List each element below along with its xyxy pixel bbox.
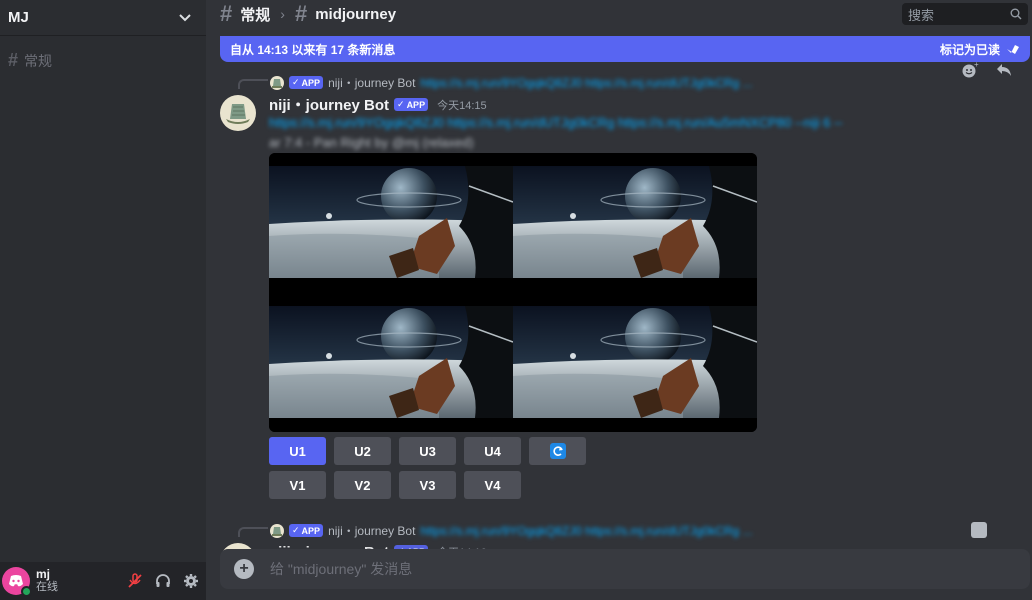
prompt-links[interactable]: https://s.mj.run/9YOgqkQ8ZJ0 https://s.m… <box>269 113 989 133</box>
app-badge: ✓ APP <box>289 76 324 89</box>
mark-read-icon <box>1007 45 1019 54</box>
composer-placeholder: 给 "midjourney" 发消息 <box>270 561 413 577</box>
app-badge: ✓ APP <box>289 524 324 537</box>
reply-links: https://s.mj.run/9YOgqkQ8ZJ0 https://s.m… <box>420 523 753 538</box>
message-timestamp: 今天14:15 <box>437 99 487 112</box>
mark-as-read-button[interactable]: 标记为已读 <box>940 41 1020 58</box>
user-status: 在线 <box>36 581 58 593</box>
reply-author: niji・journey Bot <box>328 524 416 538</box>
reply-links: https://s.mj.run/9YOgqkQ8ZJ0 https://s.m… <box>420 75 753 90</box>
avatar[interactable] <box>2 567 32 597</box>
space-landscape-image <box>269 153 757 432</box>
bot-avatar[interactable] <box>220 95 256 131</box>
discord-logo-icon <box>9 575 23 587</box>
server-header[interactable]: MJ <box>0 0 206 36</box>
breadcrumb-parent[interactable]: 常规 <box>240 4 270 25</box>
channel-sidebar: MJ # 常规 mj 在线 <box>0 0 206 600</box>
upscale-4-button[interactable]: U4 <box>464 437 521 465</box>
user-panel: mj 在线 <box>0 562 206 600</box>
channel-item-general[interactable]: # 常规 <box>8 50 198 71</box>
channel-label: 常规 <box>24 52 53 69</box>
reply-spine <box>238 79 268 89</box>
image-attachment-icon[interactable] <box>971 522 987 538</box>
bot-avatar-mini <box>270 75 284 90</box>
gear-icon[interactable] <box>182 572 200 590</box>
headphones-icon[interactable] <box>154 572 172 590</box>
message-hover-actions: + <box>960 60 1014 80</box>
variation-2-button[interactable]: V2 <box>334 471 391 499</box>
add-reaction-icon[interactable]: + <box>960 60 980 80</box>
app-badge: ✓ APP <box>394 98 429 111</box>
new-messages-text: 自从 14:13 以来有 17 条新消息 <box>230 42 396 57</box>
upscale-3-button[interactable]: U3 <box>399 437 456 465</box>
message-author[interactable]: niji・journey Bot <box>269 94 389 115</box>
reply-author: niji・journey Bot <box>328 76 416 90</box>
generated-image-grid[interactable] <box>269 153 757 432</box>
prompt-meta: ar 7:4 - Pan Right by @mj (relaxed) <box>269 135 474 150</box>
variation-1-button[interactable]: V1 <box>269 471 326 499</box>
server-name: MJ <box>8 9 29 26</box>
page-title: midjourney <box>315 5 397 23</box>
username: mj <box>36 567 51 581</box>
variation-4-button[interactable]: V4 <box>464 471 521 499</box>
new-messages-bar[interactable]: 自从 14:13 以来有 17 条新消息 标记为已读 <box>220 36 1030 62</box>
upscale-button-row: U1 U2 U3 U4 <box>269 437 586 465</box>
user-info[interactable]: mj 在线 <box>36 568 126 594</box>
reply-preview[interactable]: ✓ APP niji・journey Bot https://s.mj.run/… <box>270 522 753 539</box>
chevron-right-icon: › <box>280 6 285 22</box>
upscale-2-button[interactable]: U2 <box>334 437 391 465</box>
variation-button-row: V1 V2 V3 V4 <box>269 471 521 499</box>
variation-3-button[interactable]: V3 <box>399 471 456 499</box>
search-icon <box>1010 8 1022 20</box>
channel-hash-icon: # <box>8 50 19 70</box>
search-input[interactable]: 搜索 <box>902 3 1028 25</box>
channel-hash-icon: # <box>220 1 233 26</box>
bot-avatar-mini <box>270 523 284 538</box>
online-status-dot <box>21 586 32 597</box>
add-attachment-icon[interactable]: + <box>234 559 254 579</box>
message-composer[interactable]: + 给 "midjourney" 发消息 <box>220 549 1030 589</box>
upscale-1-button[interactable]: U1 <box>269 437 326 465</box>
chevron-down-icon[interactable] <box>178 11 192 25</box>
reply-preview[interactable]: ✓ APP niji・journey Bot https://s.mj.run/… <box>270 74 753 91</box>
message-header: niji・journey Bot ✓ APP 今天14:15 <box>269 94 487 115</box>
svg-text:+: + <box>974 61 979 69</box>
reply-spine <box>238 527 268 537</box>
reroll-button[interactable] <box>529 437 586 465</box>
channel-header: # 常规 › # midjourney 搜索 <box>206 0 1032 28</box>
reply-icon[interactable] <box>994 60 1014 80</box>
mute-microphone-icon[interactable] <box>126 572 144 590</box>
refresh-icon <box>549 443 566 459</box>
mark-as-read-label: 标记为已读 <box>939 42 1000 57</box>
thread-icon: # <box>294 1 308 26</box>
search-placeholder: 搜索 <box>908 7 935 23</box>
